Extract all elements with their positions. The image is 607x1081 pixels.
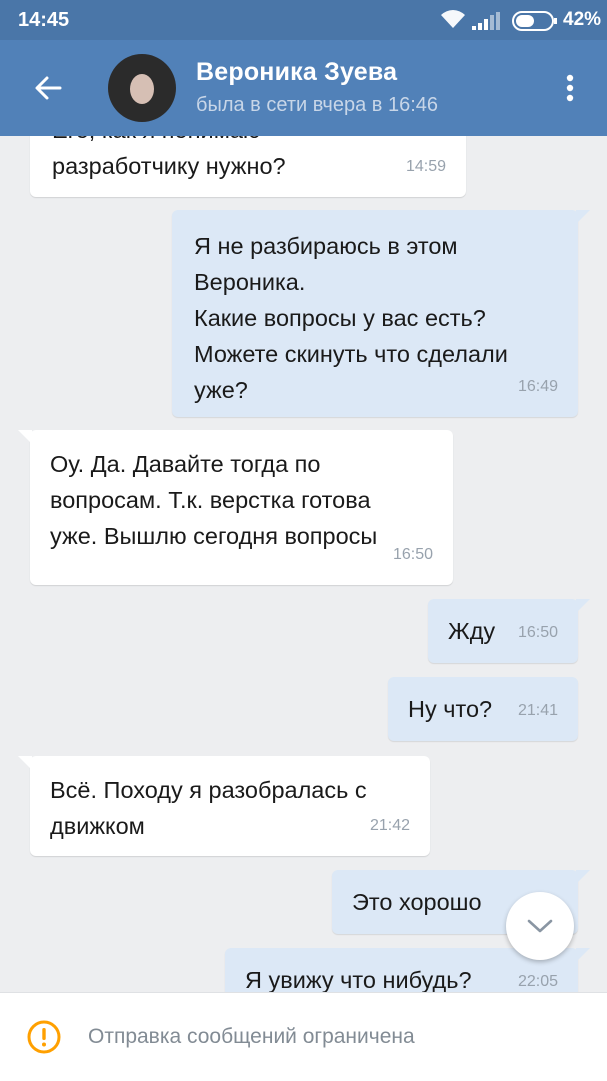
message-time: 16:50 (392, 546, 433, 563)
bubble-tail (576, 210, 590, 224)
message-text: Его, как я понимаю разработчику нужно? (52, 136, 286, 179)
back-button[interactable] (30, 70, 66, 106)
more-options-button[interactable] (560, 70, 580, 106)
message-bubble-outgoing[interactable]: Я не разбираюсь в этом Вероника. Какие в… (172, 210, 590, 417)
message-bubble-outgoing[interactable]: Ну что? 21:41 (388, 677, 578, 741)
message-time: 16:49 (517, 378, 558, 395)
arrow-left-icon (35, 76, 62, 100)
battery-level: 42% (563, 9, 602, 30)
message-time: 21:41 (517, 702, 558, 719)
restriction-notice: Отправка сообщений ограничена (88, 1025, 415, 1048)
message-text: Оу. Да. Давайте тогда по вопросам. Т.к. … (50, 451, 378, 549)
message-list[interactable]: Его, как я понимаю разработчику нужно? 1… (0, 136, 607, 992)
more-vert-icon (566, 74, 574, 102)
avatar-face (130, 74, 154, 104)
bubble-tail (576, 599, 590, 613)
bubble-tail (18, 430, 32, 444)
chevron-down-icon (527, 919, 553, 933)
message-text: Я увижу что нибудь? (245, 967, 472, 992)
message-bubble-incoming[interactable]: Всё. Походу я разобралась с движком 21:4… (18, 756, 430, 856)
bubble-tail (18, 756, 32, 770)
message-time: 14:59 (405, 158, 446, 175)
message-text: Я не разбираюсь в этом Вероника. Какие в… (194, 233, 508, 403)
chat-header: Вероника Зуева была в сети вчера в 16:46 (0, 40, 607, 136)
wifi-icon (440, 8, 466, 35)
message-bubble-incoming[interactable]: Оу. Да. Давайте тогда по вопросам. Т.к. … (18, 430, 453, 585)
last-seen-status: была в сети вчера в 16:46 (196, 94, 439, 116)
contact-name[interactable]: Вероника Зуева (196, 58, 397, 87)
battery-icon (512, 11, 558, 36)
message-time: 21:42 (369, 817, 410, 834)
messaging-restricted-bar: Отправка сообщений ограничена (0, 992, 607, 1081)
avatar[interactable] (108, 54, 176, 122)
message-bubble-outgoing[interactable]: Жду 16:50 (428, 599, 590, 663)
status-bar: 14:45 42% (0, 0, 607, 40)
clock: 14:45 (18, 9, 70, 31)
message-text: Всё. Походу я разобралась с движком (50, 777, 367, 839)
warning-circle-icon (26, 1019, 62, 1060)
scroll-to-bottom-button[interactable] (506, 892, 574, 960)
signal-icon (472, 12, 502, 35)
message-bubble-incoming[interactable]: Его, как я понимаю разработчику нужно? 1… (30, 136, 466, 197)
message-time: 16:50 (517, 624, 558, 641)
bubble-tail (576, 870, 590, 884)
message-time: 22:05 (517, 973, 558, 990)
bubble-tail (576, 948, 590, 962)
